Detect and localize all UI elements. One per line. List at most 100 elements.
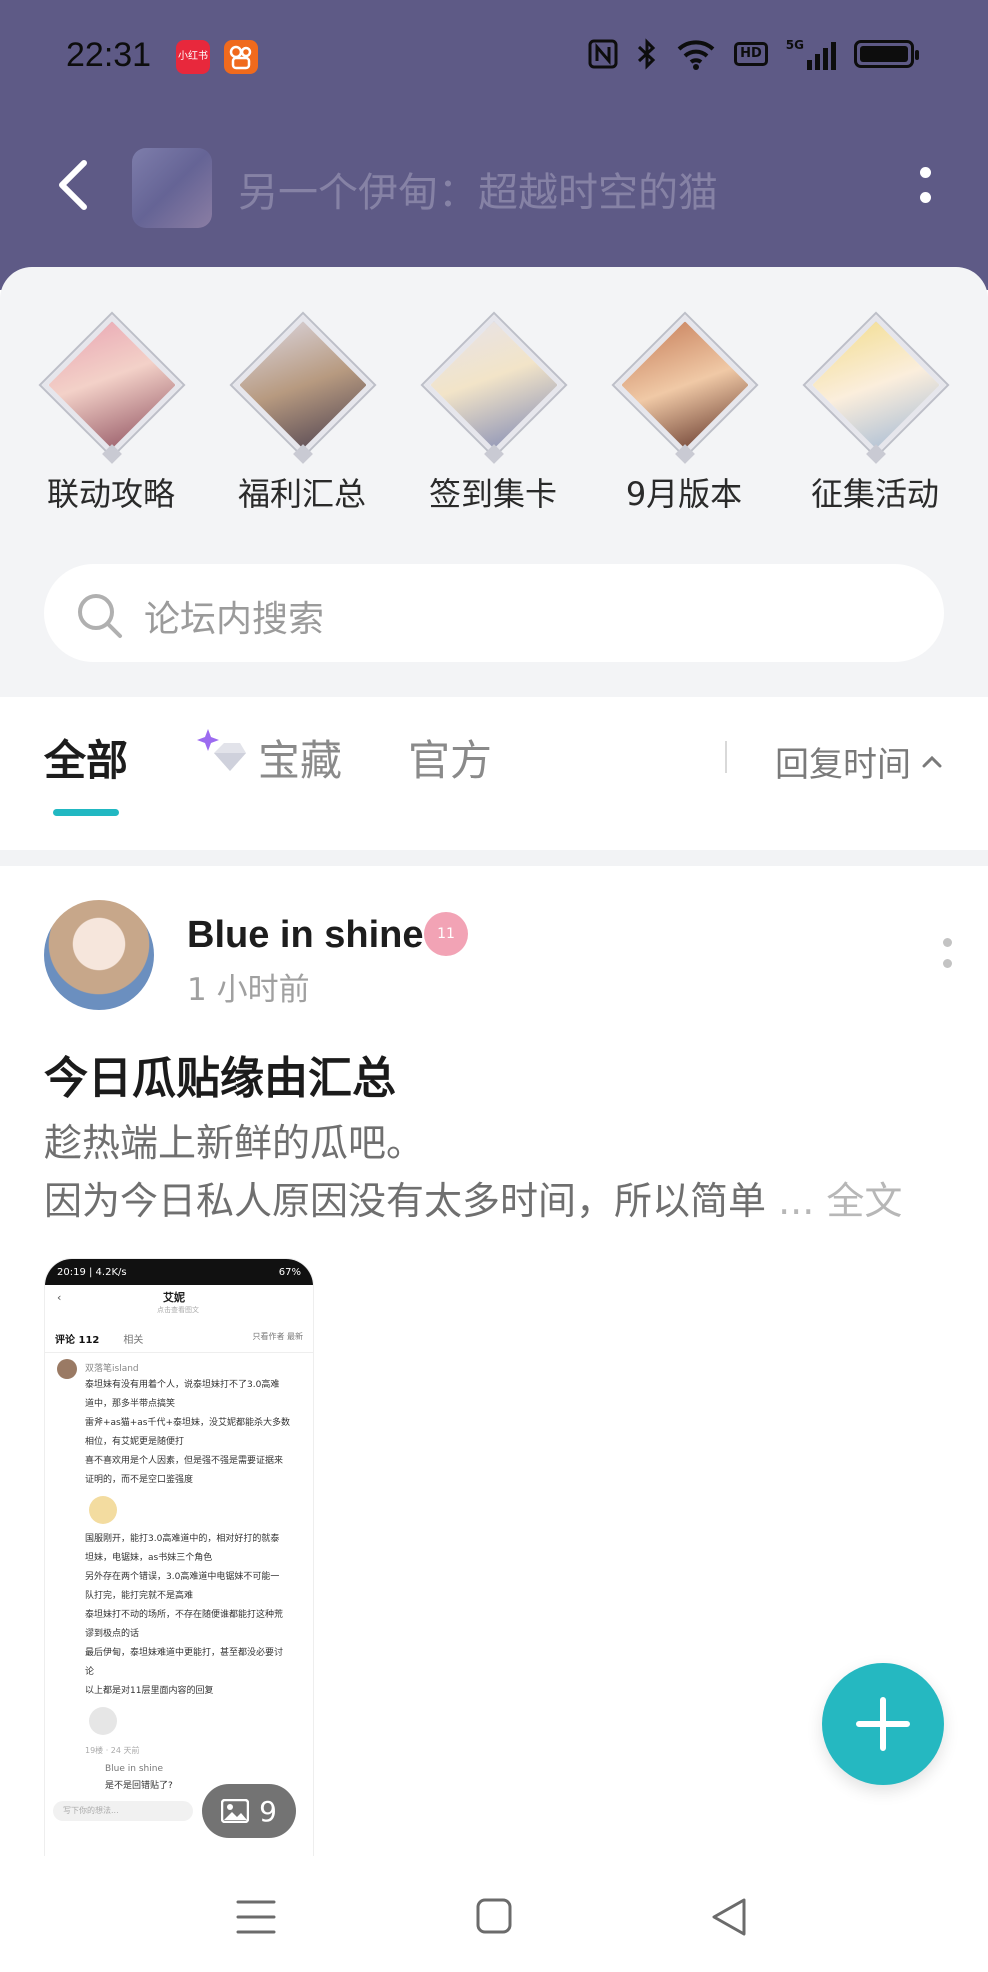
thumb-tab: 相关 (123, 1335, 144, 1346)
thumb-sticker (89, 1707, 117, 1735)
thumb-title: 艾妮 (163, 1291, 185, 1304)
thumb-subtitle: 点击查看图文 (157, 1306, 199, 1314)
network-generation-label: 5G (785, 38, 804, 52)
quick-link-label: 9月版本 (625, 475, 743, 513)
tab-treasure[interactable]: 宝藏 (258, 727, 342, 788)
thumb-status-time: 20:19 | 4.2K/s (57, 1266, 127, 1278)
system-navigation-bar (0, 1856, 988, 1972)
back-triangle-icon[interactable] (702, 1894, 758, 1940)
back-button[interactable] (38, 150, 108, 220)
quick-link-label: 签到集卡 (428, 475, 557, 513)
thumb-status-bar: 20:19 | 4.2K/s 67% (45, 1259, 313, 1285)
benefits-avatar (240, 322, 366, 448)
tab-official[interactable]: 官方 (408, 727, 492, 788)
post-title[interactable]: 今日瓜贴缘由汇总 (44, 1042, 396, 1106)
post-image-thumbnail[interactable]: 20:19 | 4.2K/s 67% ‹ 艾妮 点击查看图文 评论 112 相关… (44, 1258, 314, 1858)
thumb-tab: 评论 112 (55, 1335, 100, 1346)
post-more-button[interactable] (943, 938, 952, 968)
thumb-battery: 67% (278, 1266, 301, 1278)
excerpt-line: 趁热端上新鲜的瓜吧。 (44, 1121, 425, 1165)
sparkle-gem-icon (197, 729, 246, 771)
nfc-icon (588, 39, 618, 69)
quick-link-label: 福利汇总 (237, 475, 366, 513)
author-avatar[interactable] (44, 900, 154, 1010)
create-post-button[interactable] (822, 1663, 944, 1785)
thumb-filter: 只看作者 最新 (252, 1332, 303, 1341)
thumb-text-line: 泰坦妹有没有用着个人，说泰坦妹打不了3.0高难 (85, 1380, 280, 1390)
chevron-left-icon (59, 160, 87, 210)
quick-link-collection-event[interactable]: 征集活动 (800, 314, 950, 515)
section-gap (0, 850, 988, 866)
image-count: 9 (259, 1794, 277, 1828)
forum-logo (132, 148, 212, 228)
bluetooth-icon (638, 38, 656, 70)
forum-panel: 联动攻略 福利汇总 签到集卡 9月版本 征集活动 论坛内搜索 (0, 267, 988, 697)
checkin-cards-avatar (431, 322, 557, 448)
thumb-text-line: 证明的，而不是空口鉴强度 (85, 1475, 194, 1485)
signal-5g-icon: 5G (786, 38, 836, 70)
more-dot-icon (943, 959, 952, 968)
thumb-text-line: 泰坦妹打不动的场所，不存在随便谁都能打这种荒 (85, 1610, 284, 1620)
sort-reply-time-button[interactable]: 回复时间 (775, 737, 943, 786)
kuaishou-notification-icon (224, 40, 258, 74)
post-excerpt[interactable]: 趁热端上新鲜的瓜吧。 因为今日私人原因没有太多时间，所以简单 ... 全文 (44, 1114, 944, 1230)
thumb-tabs: 评论 112 相关 只看作者 最新 (45, 1325, 313, 1353)
quick-link-september-version[interactable]: 9月版本 (609, 314, 759, 515)
battery-icon (854, 40, 919, 68)
excerpt-line: 因为今日私人原因没有太多时间，所以简单 (44, 1179, 767, 1223)
search-icon (78, 594, 122, 638)
thumb-text-line: 论 (85, 1667, 95, 1677)
menu-icon[interactable] (228, 1894, 284, 1940)
read-full-link[interactable]: 全文 (826, 1179, 902, 1223)
status-bar: 22:31 小红书 HD 5G (0, 0, 988, 115)
app-header: 22:31 小红书 HD 5G 另一个伊甸：超越时空的猫 (0, 0, 988, 290)
september-version-avatar (622, 322, 748, 448)
quick-link-label: 征集活动 (810, 475, 939, 513)
sort-label: 回复时间 (775, 745, 911, 785)
thumb-text-line: 喜不喜欢用是个人因素，但是强不强是需要证据来 (85, 1456, 284, 1466)
quick-link-benefits[interactable]: 福利汇总 (227, 314, 377, 515)
active-tab-indicator (53, 809, 119, 816)
xiaohongshu-notification-icon: 小红书 (176, 40, 210, 74)
thumb-sticker (89, 1496, 117, 1524)
thumb-reply-user: Blue in shine (105, 1764, 163, 1774)
home-icon[interactable] (466, 1894, 522, 1940)
search-placeholder: 论坛内搜索 (144, 599, 325, 640)
image-icon (221, 1799, 250, 1823)
tab-divider (725, 741, 727, 773)
thumb-text-line: 以上都是对11层里面内容的回复 (85, 1686, 214, 1696)
chevron-up-icon (922, 755, 942, 767)
quick-link-checkin-cards[interactable]: 签到集卡 (418, 314, 568, 515)
forum-search-input[interactable]: 论坛内搜索 (44, 564, 944, 662)
thumb-commenter: 双落笔island (45, 1353, 313, 1379)
quick-link-label: 联动攻略 (46, 475, 175, 513)
tab-all[interactable]: 全部 (44, 727, 128, 788)
thumb-text-line: 谬到极点的话 (85, 1629, 140, 1639)
collection-event-avatar (813, 322, 939, 448)
more-options-button[interactable] (900, 150, 950, 220)
image-count-badge: 9 (202, 1784, 296, 1838)
author-name[interactable]: Blue in shine (187, 914, 423, 957)
thumb-text-line: 最后伊甸，泰坦妹难道中更能打，甚至都没必要讨 (85, 1648, 284, 1658)
thumb-meta: 19楼 · 24 天前 (85, 1746, 140, 1755)
level-badge: 11 (424, 912, 468, 956)
forum-title: 另一个伊甸：超越时空的猫 (238, 170, 718, 216)
plus-icon (856, 1697, 910, 1751)
thumb-text-line: 另外存在两个错误，3.0高难道中电锯妹不可能一 (85, 1572, 280, 1582)
thumb-back-icon: ‹ (57, 1291, 62, 1304)
wifi-icon (677, 40, 715, 70)
thumb-text-line: 相位，有艾妮更是随便打 (85, 1437, 185, 1447)
thumb-header: ‹ 艾妮 点击查看图文 (45, 1285, 313, 1325)
thumb-input: 写下你的想法... (53, 1801, 193, 1821)
thumb-text-line: 道中，那多半带点搞笑 (85, 1399, 176, 1409)
more-dot-icon (943, 938, 952, 947)
quick-link-collab-guide[interactable]: 联动攻略 (36, 314, 186, 515)
thumb-text-line: 国服刚开，能打3.0高难道中的，相对好打的就泰 (85, 1534, 280, 1544)
post-time: 1 小时前 (187, 972, 310, 1008)
more-dot-icon (919, 167, 931, 178)
more-dot-icon (919, 192, 931, 203)
thumb-text-line: 队打完，能打完就不是高难 (85, 1591, 194, 1601)
hd-icon: HD (734, 42, 768, 66)
thumb-text-line: 雷斧+as猫+as千代+泰坦妹，没艾妮都能杀大多数 (85, 1418, 291, 1428)
excerpt-ellipsis: ... (766, 1179, 827, 1223)
